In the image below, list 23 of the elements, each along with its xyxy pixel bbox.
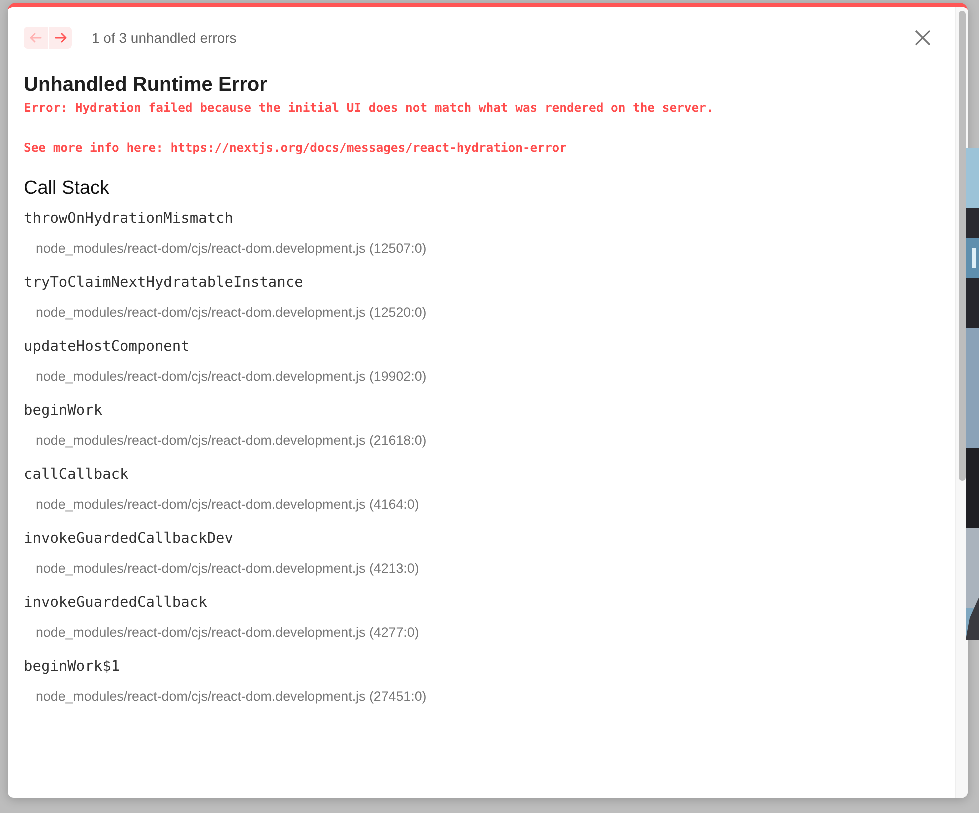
function-name: beginWork — [24, 402, 104, 421]
file-location[interactable]: node_modules/react-dom/cjs/react-dom.development.js (4164:0) — [36, 496, 420, 514]
scrollbar[interactable] — [958, 11, 966, 481]
error-title: Unhandled Runtime Error — [24, 73, 268, 98]
error-count: 1 of 3 unhandled errors — [92, 30, 237, 46]
function-name: invokeGuardedCallback — [24, 594, 208, 613]
function-name: callCallback — [24, 466, 130, 485]
file-location[interactable]: node_modules/react-dom/cjs/react-dom.development.js (4277:0) — [36, 624, 420, 642]
close-button[interactable] — [913, 28, 933, 48]
file-location[interactable]: node_modules/react-dom/cjs/react-dom.development.js (12507:0) — [36, 240, 427, 258]
file-location[interactable]: node_modules/react-dom/cjs/react-dom.development.js (21618:0) — [36, 432, 427, 450]
function-name: invokeGuardedCallbackDev — [24, 530, 235, 549]
error-message: Error: Hydration failed because the initial UI does not match what was rendered on the server. See more info here: https://nextjs.org/docs/messages/react-hydration-error — [24, 100, 715, 157]
section-heading: Call Stack — [24, 177, 111, 201]
function-name: throwOnHydrationMismatch — [24, 210, 235, 229]
close-icon — [915, 30, 931, 46]
function-name: updateHostComponent — [24, 338, 191, 357]
file-location[interactable]: node_modules/react-dom/cjs/react-dom.development.js (12520:0) — [36, 304, 427, 322]
file-location[interactable]: node_modules/react-dom/cjs/react-dom.development.js (4213:0) — [36, 560, 420, 578]
file-location[interactable]: node_modules/react-dom/cjs/react-dom.development.js (19902:0) — [36, 368, 427, 386]
function-name: beginWork$1 — [24, 658, 122, 677]
function-name: tryToClaimNextHydratableInstance — [24, 274, 304, 293]
file-location[interactable]: node_modules/react-dom/cjs/react-dom.development.js (27451:0) — [36, 688, 427, 706]
